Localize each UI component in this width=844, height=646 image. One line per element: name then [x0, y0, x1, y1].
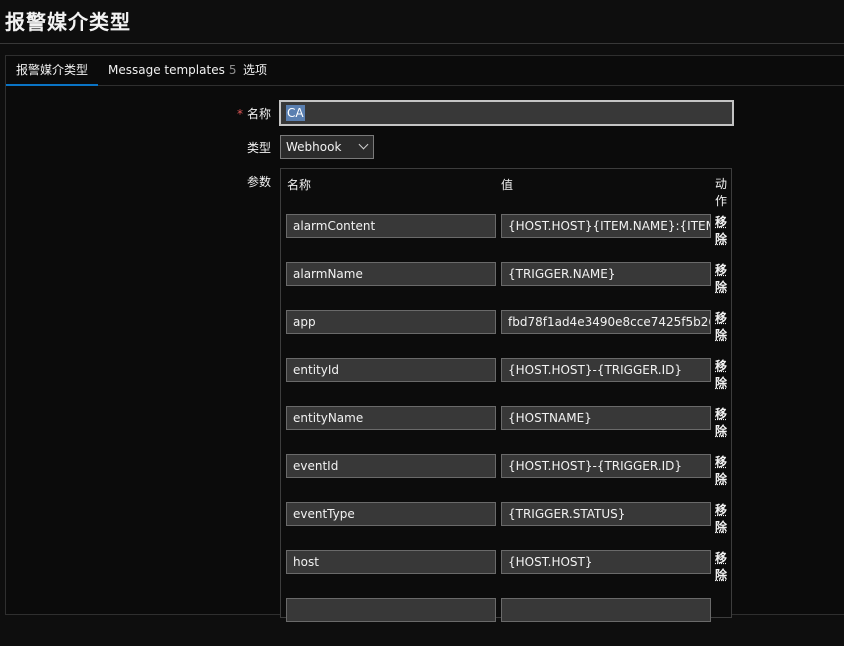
- param-row: eventType {TRIGGER.STATUS} 移除: [281, 502, 731, 550]
- param-row: entityId {HOST.HOST}-{TRIGGER.ID} 移除: [281, 358, 731, 406]
- params-header-name: 名称: [287, 178, 312, 192]
- param-row: alarmName {TRIGGER.NAME} 移除: [281, 262, 731, 310]
- param-value-input[interactable]: {HOST.HOST}-{TRIGGER.ID}: [501, 358, 711, 382]
- param-name-input[interactable]: [286, 598, 496, 622]
- param-row: host {HOST.HOST} 移除: [281, 550, 731, 598]
- remove-button[interactable]: 移除: [715, 262, 729, 296]
- param-value-input[interactable]: {HOST.HOST}{ITEM.NAME}:{ITEM.VALUE}: [501, 214, 711, 238]
- params-header-value: 值: [501, 178, 514, 192]
- remove-button[interactable]: 移除: [715, 214, 729, 248]
- type-select[interactable]: Webhook: [280, 135, 374, 159]
- tab-message-templates[interactable]: Message templates 5: [98, 56, 246, 86]
- params-label: 参数: [246, 175, 271, 189]
- param-name-input[interactable]: entityId: [286, 358, 496, 382]
- param-row: [281, 598, 731, 646]
- param-name-input[interactable]: alarmName: [286, 262, 496, 286]
- name-input[interactable]: CA: [279, 100, 734, 126]
- remove-button[interactable]: 移除: [715, 502, 729, 536]
- name-label-text: 名称: [246, 107, 271, 121]
- name-label: * 名称: [211, 105, 271, 122]
- type-label: 类型: [246, 141, 271, 155]
- param-value-input[interactable]: [501, 598, 711, 622]
- param-name-input[interactable]: eventType: [286, 502, 496, 526]
- tab-media-type[interactable]: 报警媒介类型: [6, 56, 99, 86]
- tab-media-type-label: 报警媒介类型: [16, 63, 89, 77]
- name-input-value: CA: [286, 105, 305, 121]
- param-value-input[interactable]: {TRIGGER.NAME}: [501, 262, 711, 286]
- param-name-input[interactable]: alarmContent: [286, 214, 496, 238]
- param-row: eventId {HOST.HOST}-{TRIGGER.ID} 移除: [281, 454, 731, 502]
- param-value-input[interactable]: {HOSTNAME}: [501, 406, 711, 430]
- param-name-input[interactable]: host: [286, 550, 496, 574]
- remove-button[interactable]: 移除: [715, 358, 729, 392]
- params-header-action: 动作: [715, 177, 728, 208]
- remove-button[interactable]: 移除: [715, 550, 729, 584]
- param-row: app fbd78f1ad4e3490e8cce7425f5b26ad9 移除: [281, 310, 731, 358]
- param-value-input[interactable]: {TRIGGER.STATUS}: [501, 502, 711, 526]
- page-title: 报警媒介类型: [5, 10, 131, 34]
- params-table: 名称 值 动作 alarmContent {HOST.HOST}{ITEM.NA…: [280, 168, 732, 622]
- remove-button[interactable]: 移除: [715, 310, 729, 344]
- param-row: alarmContent {HOST.HOST}{ITEM.NAME}:{ITE…: [281, 214, 731, 262]
- tab-message-templates-label: Message templates: [108, 63, 225, 77]
- required-mark: *: [236, 107, 243, 121]
- param-value-input[interactable]: {HOST.HOST}-{TRIGGER.ID}: [501, 454, 711, 478]
- title-divider: [0, 43, 844, 44]
- param-row: entityName {HOSTNAME} 移除: [281, 406, 731, 454]
- param-value-input[interactable]: fbd78f1ad4e3490e8cce7425f5b26ad9: [501, 310, 711, 334]
- param-name-input[interactable]: entityName: [286, 406, 496, 430]
- tab-options[interactable]: 选项: [233, 56, 277, 86]
- param-name-input[interactable]: eventId: [286, 454, 496, 478]
- tab-options-label: 选项: [243, 63, 268, 77]
- tab-bar: 报警媒介类型 Message templates 5 选项: [6, 56, 844, 86]
- param-value-input[interactable]: {HOST.HOST}: [501, 550, 711, 574]
- param-name-input[interactable]: app: [286, 310, 496, 334]
- chevron-down-icon: [358, 139, 369, 150]
- remove-button[interactable]: 移除: [715, 454, 729, 488]
- remove-button[interactable]: 移除: [715, 406, 729, 440]
- type-select-value: Webhook: [286, 140, 342, 154]
